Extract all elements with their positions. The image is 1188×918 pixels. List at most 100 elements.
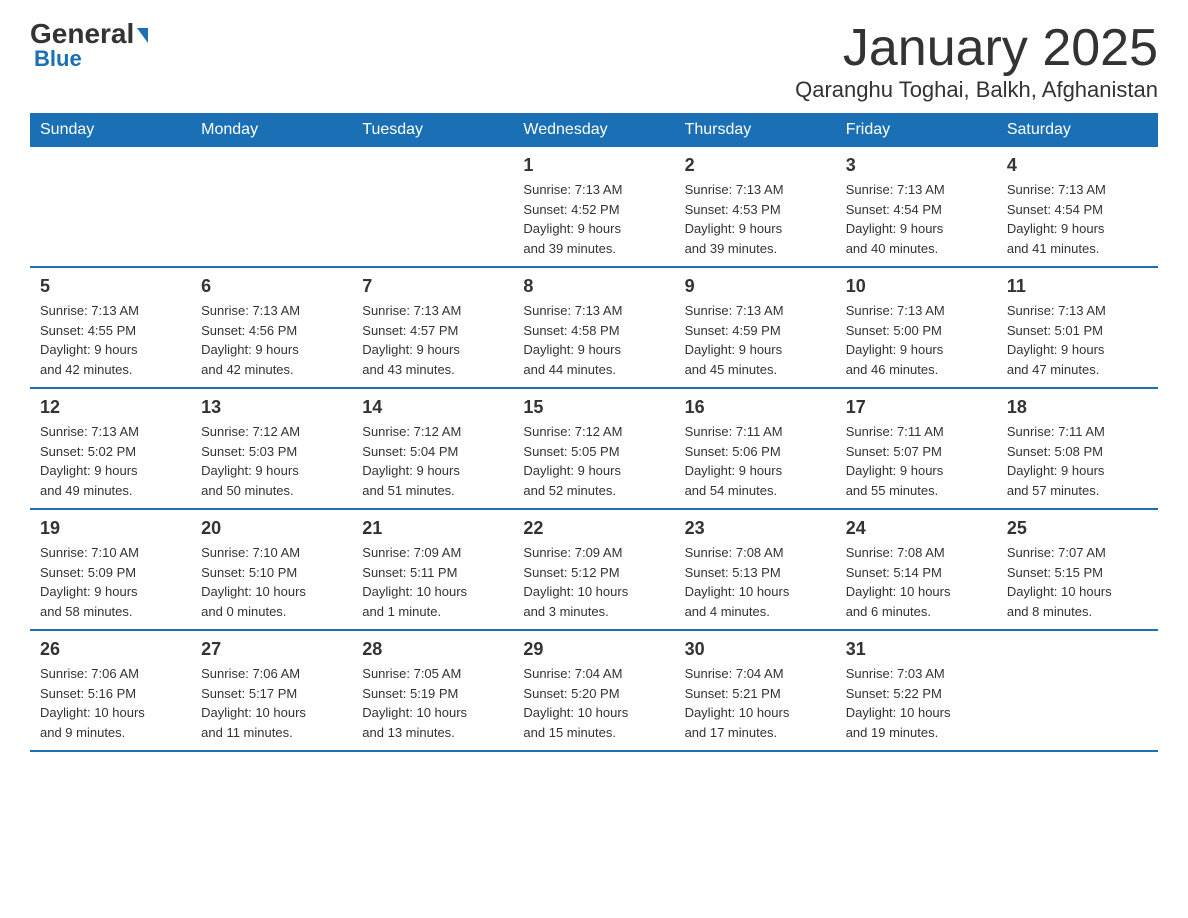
calendar-cell: 4 Sunrise: 7:13 AMSunset: 4:54 PMDaylight… (997, 147, 1158, 267)
calendar-cell: 27 Sunrise: 7:06 AMSunset: 5:17 PMDayligh… (191, 630, 352, 751)
header-saturday: Saturday (997, 113, 1158, 147)
calendar-cell: 26 Sunrise: 7:06 AMSunset: 5:16 PMDayligh… (30, 630, 191, 751)
calendar-cell: 5 Sunrise: 7:13 AMSunset: 4:55 PMDaylight… (30, 267, 191, 388)
calendar-cell: 11 Sunrise: 7:13 AMSunset: 5:01 PMDayligh… (997, 267, 1158, 388)
calendar-cell: 24Sunrise: 7:08 AMSunset: 5:14 PMDayligh… (836, 509, 997, 630)
day-info: Sunrise: 7:13 AMSunset: 4:53 PMDaylight:… (685, 180, 826, 258)
day-number: 28 (362, 639, 503, 660)
calendar-cell: 12Sunrise: 7:13 AMSunset: 5:02 PMDayligh… (30, 388, 191, 509)
day-info: Sunrise: 7:09 AMSunset: 5:11 PMDaylight:… (362, 543, 503, 621)
calendar-cell: 13Sunrise: 7:12 AMSunset: 5:03 PMDayligh… (191, 388, 352, 509)
day-number: 31 (846, 639, 987, 660)
calendar-cell: 22 Sunrise: 7:09 AMSunset: 5:12 PMDayligh… (513, 509, 674, 630)
day-info: Sunrise: 7:11 AMSunset: 5:08 PMDaylight:… (1007, 422, 1148, 500)
week-row-3: 19 Sunrise: 7:10 AMSunset: 5:09 PMDayligh… (30, 509, 1158, 630)
day-number: 17 (846, 397, 987, 418)
day-number: 5 (40, 276, 181, 297)
day-number: 4 (1007, 155, 1148, 176)
day-number: 21 (362, 518, 503, 539)
calendar-cell: 7Sunrise: 7:13 AMSunset: 4:57 PMDaylight… (352, 267, 513, 388)
day-number: 29 (523, 639, 664, 660)
calendar-header-row: SundayMondayTuesdayWednesdayThursdayFrid… (30, 113, 1158, 147)
header-friday: Friday (836, 113, 997, 147)
calendar-cell: 29 Sunrise: 7:04 AMSunset: 5:20 PMDayligh… (513, 630, 674, 751)
calendar-cell: 23 Sunrise: 7:08 AMSunset: 5:13 PMDayligh… (675, 509, 836, 630)
day-info: Sunrise: 7:12 AMSunset: 5:05 PMDaylight:… (523, 422, 664, 500)
day-number: 26 (40, 639, 181, 660)
logo: General Blue (30, 20, 148, 72)
day-info: Sunrise: 7:10 AMSunset: 5:10 PMDaylight:… (201, 543, 342, 621)
week-row-2: 12Sunrise: 7:13 AMSunset: 5:02 PMDayligh… (30, 388, 1158, 509)
calendar-cell: 31 Sunrise: 7:03 AMSunset: 5:22 PMDayligh… (836, 630, 997, 751)
calendar-cell: 3 Sunrise: 7:13 AMSunset: 4:54 PMDaylight… (836, 147, 997, 267)
day-number: 10 (846, 276, 987, 297)
day-info: Sunrise: 7:13 AMSunset: 4:56 PMDaylight:… (201, 301, 342, 379)
week-row-1: 5 Sunrise: 7:13 AMSunset: 4:55 PMDaylight… (30, 267, 1158, 388)
calendar-cell: 25 Sunrise: 7:07 AMSunset: 5:15 PMDayligh… (997, 509, 1158, 630)
day-info: Sunrise: 7:13 AMSunset: 5:02 PMDaylight:… (40, 422, 181, 500)
calendar-cell: 30 Sunrise: 7:04 AMSunset: 5:21 PMDayligh… (675, 630, 836, 751)
header-thursday: Thursday (675, 113, 836, 147)
day-number: 6 (201, 276, 342, 297)
day-info: Sunrise: 7:10 AMSunset: 5:09 PMDaylight:… (40, 543, 181, 621)
day-info: Sunrise: 7:13 AMSunset: 4:54 PMDaylight:… (1007, 180, 1148, 258)
calendar-cell (352, 147, 513, 267)
calendar-cell: 21 Sunrise: 7:09 AMSunset: 5:11 PMDayligh… (352, 509, 513, 630)
day-info: Sunrise: 7:06 AMSunset: 5:17 PMDaylight:… (201, 664, 342, 742)
day-info: Sunrise: 7:08 AMSunset: 5:14 PMDaylight:… (846, 543, 987, 621)
title-block: January 2025 Qaranghu Toghai, Balkh, Afg… (795, 20, 1158, 103)
calendar-cell: 8Sunrise: 7:13 AMSunset: 4:58 PMDaylight… (513, 267, 674, 388)
day-info: Sunrise: 7:06 AMSunset: 5:16 PMDaylight:… (40, 664, 181, 742)
day-info: Sunrise: 7:04 AMSunset: 5:21 PMDaylight:… (685, 664, 826, 742)
header-wednesday: Wednesday (513, 113, 674, 147)
calendar-cell: 1 Sunrise: 7:13 AMSunset: 4:52 PMDaylight… (513, 147, 674, 267)
calendar-cell: 17Sunrise: 7:11 AMSunset: 5:07 PMDayligh… (836, 388, 997, 509)
day-info: Sunrise: 7:13 AMSunset: 5:00 PMDaylight:… (846, 301, 987, 379)
day-number: 3 (846, 155, 987, 176)
header-tuesday: Tuesday (352, 113, 513, 147)
day-info: Sunrise: 7:13 AMSunset: 4:58 PMDaylight:… (523, 301, 664, 379)
calendar-cell: 28Sunrise: 7:05 AMSunset: 5:19 PMDayligh… (352, 630, 513, 751)
day-number: 20 (201, 518, 342, 539)
day-number: 18 (1007, 397, 1148, 418)
day-info: Sunrise: 7:08 AMSunset: 5:13 PMDaylight:… (685, 543, 826, 621)
calendar-cell: 14 Sunrise: 7:12 AMSunset: 5:04 PMDayligh… (352, 388, 513, 509)
header-sunday: Sunday (30, 113, 191, 147)
day-number: 9 (685, 276, 826, 297)
logo-general: General (30, 20, 148, 48)
day-info: Sunrise: 7:13 AMSunset: 5:01 PMDaylight:… (1007, 301, 1148, 379)
day-info: Sunrise: 7:12 AMSunset: 5:04 PMDaylight:… (362, 422, 503, 500)
day-info: Sunrise: 7:04 AMSunset: 5:20 PMDaylight:… (523, 664, 664, 742)
day-info: Sunrise: 7:09 AMSunset: 5:12 PMDaylight:… (523, 543, 664, 621)
location-title: Qaranghu Toghai, Balkh, Afghanistan (795, 77, 1158, 103)
calendar-cell: 16Sunrise: 7:11 AMSunset: 5:06 PMDayligh… (675, 388, 836, 509)
calendar-cell (997, 630, 1158, 751)
day-number: 30 (685, 639, 826, 660)
day-number: 15 (523, 397, 664, 418)
week-row-4: 26 Sunrise: 7:06 AMSunset: 5:16 PMDayligh… (30, 630, 1158, 751)
header-monday: Monday (191, 113, 352, 147)
day-number: 1 (523, 155, 664, 176)
day-number: 22 (523, 518, 664, 539)
day-number: 2 (685, 155, 826, 176)
day-number: 13 (201, 397, 342, 418)
day-number: 27 (201, 639, 342, 660)
day-info: Sunrise: 7:13 AMSunset: 4:52 PMDaylight:… (523, 180, 664, 258)
logo-blue-text: Blue (30, 46, 82, 72)
day-number: 11 (1007, 276, 1148, 297)
calendar-cell: 19 Sunrise: 7:10 AMSunset: 5:09 PMDayligh… (30, 509, 191, 630)
day-number: 25 (1007, 518, 1148, 539)
calendar-cell: 9Sunrise: 7:13 AMSunset: 4:59 PMDaylight… (675, 267, 836, 388)
month-title: January 2025 (795, 20, 1158, 77)
day-info: Sunrise: 7:07 AMSunset: 5:15 PMDaylight:… (1007, 543, 1148, 621)
day-info: Sunrise: 7:13 AMSunset: 4:54 PMDaylight:… (846, 180, 987, 258)
day-info: Sunrise: 7:13 AMSunset: 4:55 PMDaylight:… (40, 301, 181, 379)
day-info: Sunrise: 7:03 AMSunset: 5:22 PMDaylight:… (846, 664, 987, 742)
day-number: 23 (685, 518, 826, 539)
calendar-cell (30, 147, 191, 267)
calendar-cell: 18 Sunrise: 7:11 AMSunset: 5:08 PMDayligh… (997, 388, 1158, 509)
day-number: 19 (40, 518, 181, 539)
page-header: General Blue January 2025 Qaranghu Togha… (30, 20, 1158, 103)
calendar-cell: 10 Sunrise: 7:13 AMSunset: 5:00 PMDayligh… (836, 267, 997, 388)
day-number: 14 (362, 397, 503, 418)
